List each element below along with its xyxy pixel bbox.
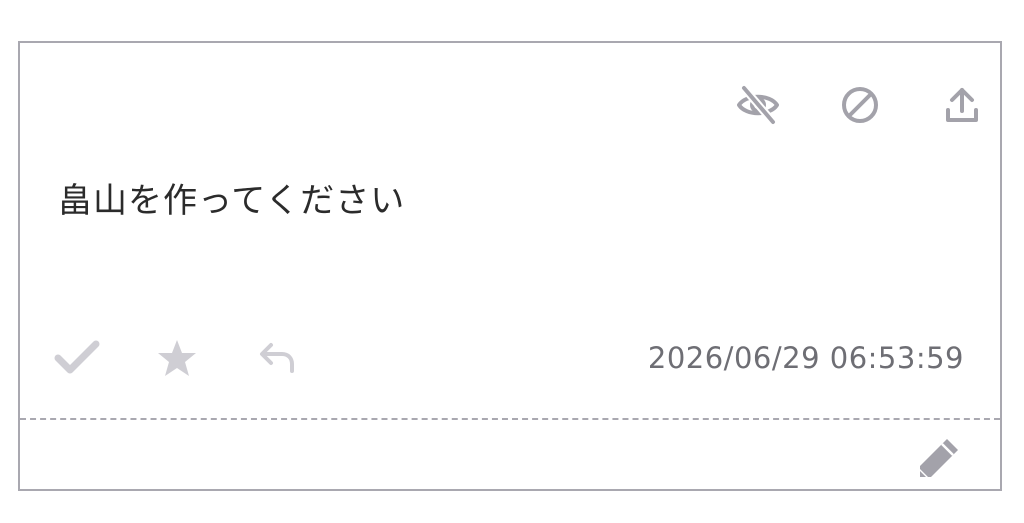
message-text: 畠山を作ってください [58,181,406,221]
block-button[interactable] [780,83,880,127]
reaction-actions [54,336,300,380]
eye-off-icon [737,85,779,125]
edit-button[interactable] [914,433,964,483]
dashed-divider [20,418,1000,420]
upload-icon [946,88,978,122]
message-card: 畠山を作ってください 2026/06/29 06:53:59 [18,41,1002,491]
block-icon [842,87,878,123]
timestamp: 2026/06/29 06:53:59 [647,341,964,375]
share-button[interactable] [880,83,980,127]
check-icon [54,340,100,374]
reply-icon [260,343,294,373]
check-button[interactable] [54,336,100,380]
reply-button[interactable] [254,336,300,380]
top-action-bar [680,83,980,127]
message-footer: 2026/06/29 06:53:59 [54,335,964,381]
star-button[interactable] [154,336,200,380]
pencil-icon [920,439,958,477]
star-icon [158,340,196,376]
hide-button[interactable] [680,83,780,127]
